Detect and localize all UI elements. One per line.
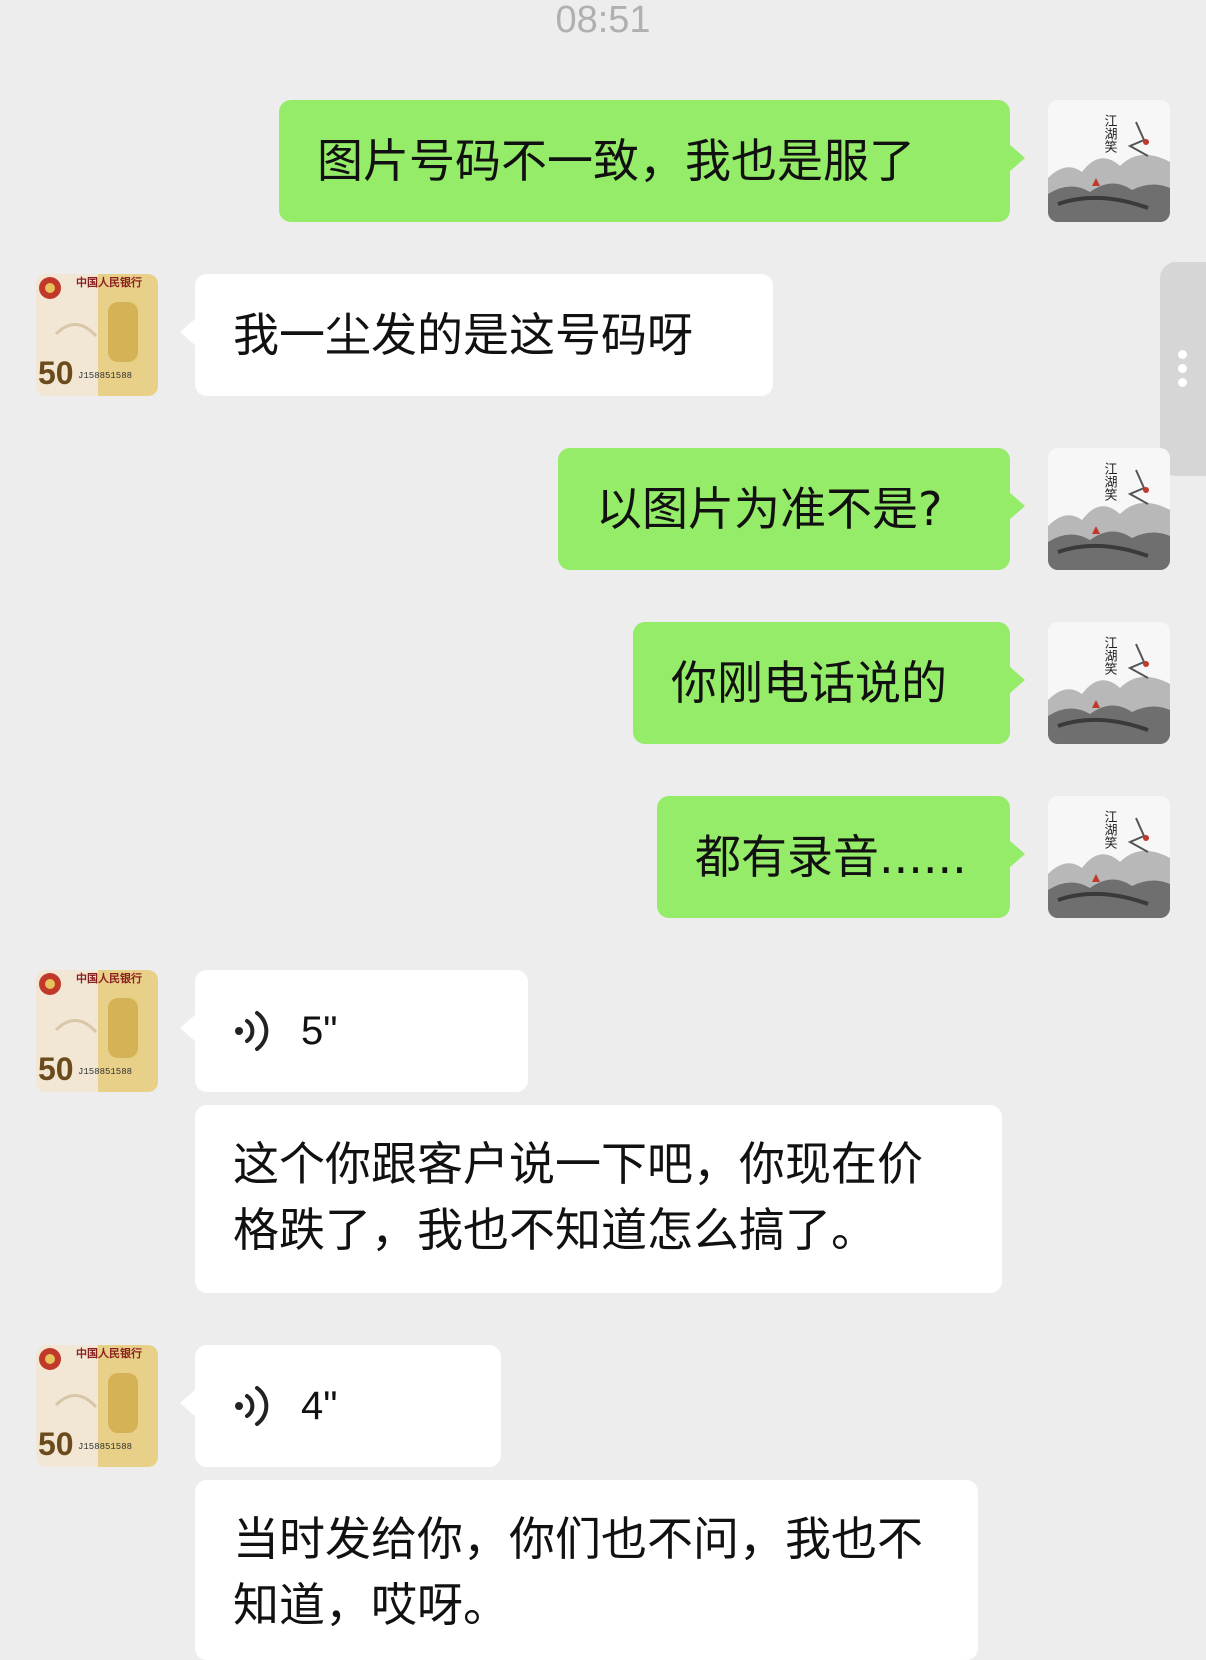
my-avatar[interactable]: 江湖笑 bbox=[1048, 622, 1170, 744]
avatar-calligraphy-text: 江湖笑 bbox=[1102, 810, 1118, 849]
voice-message-bubble[interactable]: 5" bbox=[180, 970, 528, 1092]
voice-wave-icon bbox=[235, 1386, 269, 1426]
message-bubble-sent[interactable]: 图片号码不一致，我也是服了 bbox=[279, 100, 1025, 222]
voice-message-bubble[interactable]: 4" bbox=[180, 1345, 501, 1467]
message-text: 你刚电话说的 bbox=[671, 656, 947, 710]
message-bubble-received[interactable]: 我一尘发的是这号码呀 bbox=[180, 274, 773, 396]
avatar-calligraphy-text: 江湖笑 bbox=[1102, 114, 1118, 153]
message-bubble-received[interactable]: 当时发给你，你们也不问，我也不知道，哎呀。 bbox=[195, 1480, 978, 1660]
my-avatar[interactable]: 江湖笑 bbox=[1048, 100, 1170, 222]
banknote-header-text: 中国人民银行 bbox=[76, 971, 142, 985]
banknote-denomination: 50 bbox=[38, 355, 74, 391]
message-text: 我一尘发的是这号码呀 bbox=[233, 308, 693, 362]
banknote-serial: J158851588 bbox=[78, 1067, 132, 1077]
message-text: 当时发给你，你们也不问，我也不知道，哎呀。 bbox=[233, 1512, 923, 1632]
my-avatar[interactable]: 江湖笑 bbox=[1048, 796, 1170, 918]
banknote-serial: J158851588 bbox=[78, 1442, 132, 1452]
banknote-header-text: 中国人民银行 bbox=[76, 275, 142, 289]
avatar-calligraphy-text: 江湖笑 bbox=[1102, 636, 1118, 675]
chat-timestamp: 08:51 bbox=[555, 0, 651, 41]
voice-wave-icon bbox=[235, 1011, 269, 1051]
message-bubble-sent[interactable]: 以图片为准不是? bbox=[558, 448, 1025, 570]
contact-avatar[interactable]: 中国人民银行 50 J158851588 bbox=[36, 1345, 158, 1467]
message-bubble-sent[interactable]: 都有录音...... bbox=[657, 796, 1025, 918]
message-bubble-received[interactable]: 这个你跟客户说一下吧，你现在价格跌了，我也不知道怎么搞了。 bbox=[195, 1105, 1002, 1293]
contact-avatar[interactable]: 中国人民银行 50 J158851588 bbox=[36, 274, 158, 396]
message-bubble-sent[interactable]: 你刚电话说的 bbox=[633, 622, 1025, 744]
banknote-denomination: 50 bbox=[38, 1426, 74, 1462]
side-panel-handle[interactable] bbox=[1160, 262, 1206, 476]
voice-duration: 5" bbox=[301, 1009, 338, 1053]
contact-avatar[interactable]: 中国人民银行 50 J158851588 bbox=[36, 970, 158, 1092]
message-text: 都有录音...... bbox=[695, 830, 967, 884]
message-text: 图片号码不一致，我也是服了 bbox=[317, 134, 915, 188]
banknote-serial: J158851588 bbox=[78, 371, 132, 381]
voice-duration: 4" bbox=[301, 1384, 338, 1428]
banknote-denomination: 50 bbox=[38, 1051, 74, 1087]
avatar-calligraphy-text: 江湖笑 bbox=[1102, 462, 1118, 501]
banknote-header-text: 中国人民银行 bbox=[76, 1346, 142, 1360]
message-text: 这个你跟客户说一下吧，你现在价格跌了，我也不知道怎么搞了。 bbox=[233, 1137, 923, 1257]
my-avatar[interactable]: 江湖笑 bbox=[1048, 448, 1170, 570]
message-text: 以图片为准不是? bbox=[596, 482, 943, 536]
